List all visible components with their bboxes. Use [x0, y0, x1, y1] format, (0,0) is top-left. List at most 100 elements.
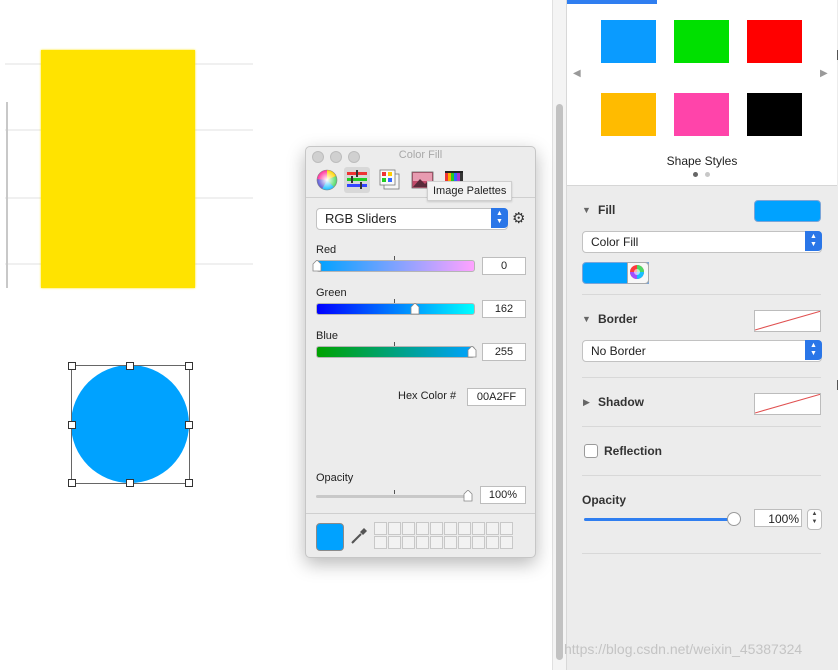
opacity-stepper[interactable]: ▲ ▼ — [807, 509, 822, 530]
saved-swatch-cell[interactable] — [416, 536, 429, 549]
saved-swatch-cell[interactable] — [444, 536, 457, 549]
resize-handle-top[interactable] — [126, 362, 134, 370]
chart-axis-line — [6, 102, 8, 288]
reflection-label[interactable]: Reflection — [604, 444, 662, 458]
style-swatch-pink[interactable] — [674, 93, 729, 136]
fill-type-popup[interactable]: Color Fill ▲ ▼ — [582, 231, 822, 253]
saved-swatch-cell[interactable] — [486, 522, 499, 535]
opacity-label: Opacity — [316, 472, 354, 484]
border-type-label: No Border — [591, 344, 646, 358]
opacity-slider-track[interactable] — [584, 518, 734, 521]
saved-swatch-cell[interactable] — [402, 536, 415, 549]
resize-handle-right[interactable] — [185, 421, 193, 429]
style-swatch-orange[interactable] — [601, 93, 656, 136]
border-section-title[interactable]: Border — [598, 312, 637, 326]
resize-handle-bottom-left[interactable] — [68, 479, 76, 487]
style-swatch-blue[interactable] — [601, 20, 656, 63]
color-mode-popup[interactable]: RGB Sliders ▲ ▼ — [316, 208, 508, 230]
saved-swatch-cell[interactable] — [374, 522, 387, 535]
red-slider-track[interactable] — [316, 260, 475, 272]
section-divider — [582, 377, 821, 378]
shadow-section-title[interactable]: Shadow — [598, 395, 644, 409]
hex-color-field[interactable]: 00A2FF — [467, 388, 526, 406]
yellow-bar-shape[interactable] — [41, 50, 195, 288]
section-divider — [582, 426, 821, 427]
border-disclosure-icon[interactable]: ▼ — [582, 314, 591, 324]
gear-icon[interactable]: ⚙ — [512, 209, 525, 227]
watermark-text: https://blog.csdn.net/weixin_45387324 — [564, 641, 803, 657]
popup-chevron-icon: ▲ ▼ — [805, 231, 822, 251]
saved-swatch-cell[interactable] — [486, 536, 499, 549]
saved-swatch-cell[interactable] — [500, 536, 513, 549]
page-dot-active[interactable] — [693, 172, 698, 177]
saved-swatch-cell[interactable] — [500, 522, 513, 535]
color-palettes-icon[interactable] — [377, 167, 403, 193]
opacity-section-title: Opacity — [582, 493, 627, 507]
saved-swatch-cell[interactable] — [458, 536, 471, 549]
slider-midpoint-tick — [394, 299, 395, 303]
blue-slider-track[interactable] — [316, 346, 475, 358]
resize-handle-top-left[interactable] — [68, 362, 76, 370]
resize-handle-left[interactable] — [68, 421, 76, 429]
shadow-color-well[interactable] — [754, 393, 821, 415]
next-styles-arrow-icon[interactable]: ▶ — [820, 68, 828, 79]
color-fill-titlebar[interactable]: Color Fill — [306, 147, 535, 165]
selection-box — [71, 365, 190, 484]
canvas-scrollbar-thumb[interactable] — [556, 104, 563, 660]
fill-section-title[interactable]: Fill — [598, 203, 615, 217]
color-fill-window[interactable]: Color Fill Image Palettes RGB Sliders ▲ … — [305, 146, 536, 558]
current-color-well[interactable] — [316, 523, 344, 551]
canvas-scrollbar[interactable] — [552, 0, 567, 670]
resize-handle-bottom-right[interactable] — [185, 479, 193, 487]
slider-midpoint-tick — [394, 256, 395, 260]
fill-disclosure-icon[interactable]: ▼ — [582, 205, 591, 215]
color-wheel-icon[interactable] — [314, 167, 340, 193]
style-tab-active-indicator[interactable] — [567, 0, 657, 4]
saved-swatch-cell[interactable] — [472, 536, 485, 549]
saved-swatch-cell[interactable] — [430, 536, 443, 549]
border-color-well[interactable] — [754, 310, 821, 332]
saved-swatch-cell[interactable] — [416, 522, 429, 535]
popup-chevron-icon: ▲ ▼ — [491, 208, 508, 228]
style-swatch-green[interactable] — [674, 20, 729, 63]
saved-swatch-cell[interactable] — [458, 522, 471, 535]
saved-swatches-grid[interactable] — [374, 522, 514, 550]
border-type-popup[interactable]: No Border ▲ ▼ — [582, 340, 822, 362]
opacity-value-field[interactable]: 100% — [754, 509, 802, 527]
opacity-slider-knob[interactable] — [727, 512, 741, 526]
popup-chevron-icon: ▲ ▼ — [805, 340, 822, 360]
shadow-disclosure-icon[interactable]: ▶ — [583, 397, 590, 408]
page-dot[interactable] — [705, 172, 710, 177]
green-slider-knob[interactable] — [410, 302, 420, 315]
fill-color-well[interactable] — [754, 200, 821, 222]
saved-swatch-cell[interactable] — [402, 522, 415, 535]
shape-styles-area: ◀ ▶ Shape Styles — [567, 0, 837, 186]
saved-swatch-cell[interactable] — [388, 522, 401, 535]
green-slider-track[interactable] — [316, 303, 475, 315]
color-wheel-icon[interactable] — [627, 262, 649, 284]
style-swatch-red[interactable] — [747, 20, 802, 63]
blue-value-field[interactable]: 255 — [482, 343, 526, 361]
opacity-slider-track[interactable] — [316, 495, 468, 498]
blue-slider-knob[interactable] — [467, 345, 477, 358]
style-swatch-black[interactable] — [747, 93, 802, 136]
section-divider — [582, 553, 821, 554]
color-fill-title: Color Fill — [398, 149, 443, 161]
saved-swatch-cell[interactable] — [472, 522, 485, 535]
green-value-field[interactable]: 162 — [482, 300, 526, 318]
saved-swatch-cell[interactable] — [388, 536, 401, 549]
opacity-slider-knob[interactable] — [463, 489, 473, 502]
saved-swatch-cell[interactable] — [374, 536, 387, 549]
saved-swatch-cell[interactable] — [430, 522, 443, 535]
red-value-field[interactable]: 0 — [482, 257, 526, 275]
opacity-value-field[interactable]: 100% — [480, 486, 526, 504]
resize-handle-top-right[interactable] — [185, 362, 193, 370]
section-divider — [582, 475, 821, 476]
previous-styles-arrow-icon[interactable]: ◀ — [573, 68, 581, 79]
eyedropper-icon[interactable] — [350, 527, 368, 548]
red-slider-knob[interactable] — [312, 259, 322, 272]
resize-handle-bottom[interactable] — [126, 479, 134, 487]
reflection-checkbox[interactable] — [584, 444, 598, 458]
saved-swatch-cell[interactable] — [444, 522, 457, 535]
color-sliders-icon[interactable] — [344, 167, 370, 193]
